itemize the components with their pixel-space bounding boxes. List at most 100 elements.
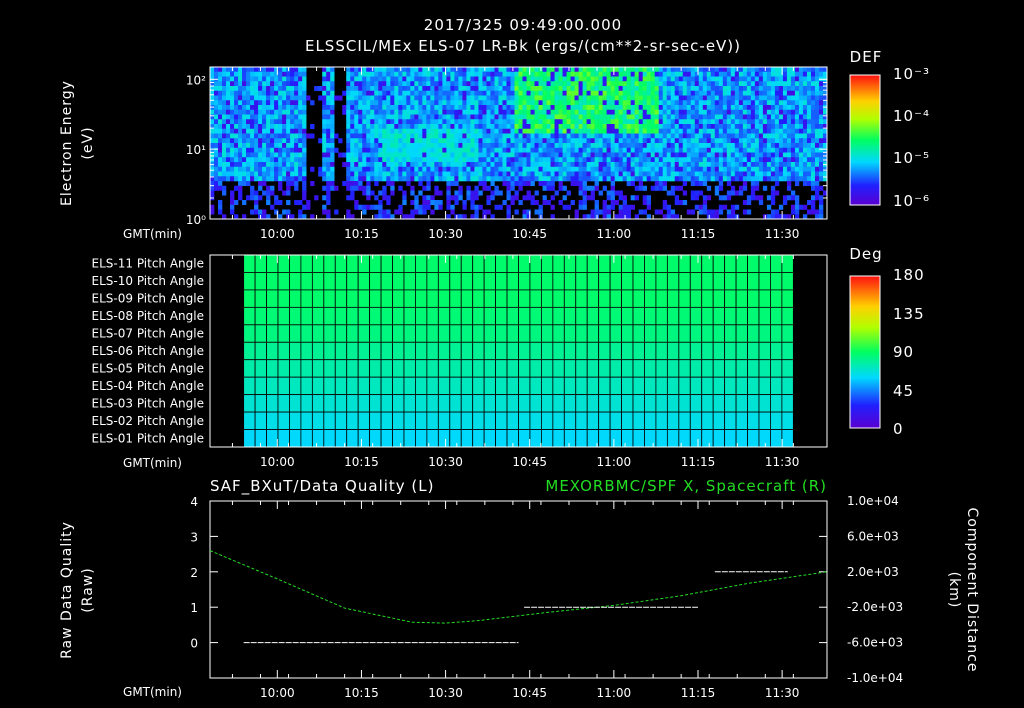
spectrogram-cell xyxy=(682,166,688,172)
spectrogram-cell xyxy=(470,124,475,130)
spectrogram-cell xyxy=(250,152,255,158)
spectrogram-cell xyxy=(466,114,471,120)
spectrogram-cell xyxy=(626,138,631,144)
pitch-angle-cell xyxy=(357,324,371,343)
spectrogram-cell xyxy=(786,81,792,87)
spectrogram-cell xyxy=(346,100,351,106)
spectrogram-cell xyxy=(578,76,583,82)
spectrogram-cell xyxy=(798,67,804,73)
spectrogram-cell xyxy=(618,76,623,82)
spectrogram-cell xyxy=(754,157,760,163)
pitch-angle-cell xyxy=(529,411,542,430)
spectrogram-cell xyxy=(330,76,335,82)
spectrogram-cell xyxy=(490,114,495,120)
spectrogram-cell xyxy=(242,171,247,177)
spectrogram-cell xyxy=(378,152,383,158)
pitch-angle-cell xyxy=(529,376,542,396)
pitch-angle-cell xyxy=(346,324,359,343)
spectrogram-cell xyxy=(414,81,419,87)
spectrogram-cell xyxy=(578,133,583,139)
spectrogram-cell xyxy=(794,114,800,120)
spectrogram-cell xyxy=(698,204,704,210)
pitch-angle-cell xyxy=(289,324,302,343)
spectrogram-cell xyxy=(802,157,808,163)
spectrogram-cell xyxy=(650,100,656,106)
spectrogram-cell xyxy=(518,90,523,96)
spectrogram-cell xyxy=(574,114,579,120)
spectrogram-cell xyxy=(646,81,652,87)
spectrogram-cell xyxy=(790,152,796,158)
spectrogram-cell xyxy=(630,152,635,158)
spectrogram-cell xyxy=(522,86,527,92)
spectrogram-cell xyxy=(698,133,704,139)
spectrogram-cell xyxy=(454,100,459,106)
spectrogram-cell xyxy=(738,166,744,172)
spectrogram-cell xyxy=(222,133,227,139)
pitch-angle-cell xyxy=(346,429,359,448)
spectrogram-cell xyxy=(394,109,399,115)
pitch-angle-cell xyxy=(289,394,302,413)
def-tick-4: 10⁻⁶ xyxy=(893,192,930,210)
spectrogram-cell xyxy=(818,162,824,168)
spectrogram-cell xyxy=(682,124,688,130)
spectrogram-cell xyxy=(562,86,567,92)
spectrogram-cell xyxy=(278,100,283,106)
spectrogram-cell xyxy=(602,166,607,172)
spectrogram-cell xyxy=(430,171,435,177)
spectrogram-cell xyxy=(742,119,748,125)
spectrogram-cell xyxy=(386,209,391,215)
pitch-angle-cell xyxy=(586,359,600,378)
spectrogram-cell xyxy=(538,181,543,187)
spectrogram-cell xyxy=(586,86,591,92)
spectrogram-cell xyxy=(326,171,331,177)
pitch-angle-cell xyxy=(415,411,428,430)
spectrogram-cell xyxy=(726,195,732,201)
spectrogram-cell xyxy=(282,143,287,149)
spectrogram-cell xyxy=(630,119,635,125)
spectrogram-cell xyxy=(670,76,676,82)
spectrogram-cell xyxy=(654,152,660,158)
spectrogram-cell xyxy=(554,143,559,149)
spectrogram-cell xyxy=(654,147,660,153)
spectrogram-cell xyxy=(726,114,732,120)
spectrogram-cell xyxy=(770,133,776,139)
spectrogram-cell xyxy=(270,67,275,73)
pitch-angle-cell xyxy=(266,324,279,343)
spectrogram-cell xyxy=(818,200,824,206)
spectrogram-cell xyxy=(326,209,331,215)
pitch-angle-cell xyxy=(655,254,668,273)
spectrogram-cell xyxy=(570,95,575,101)
spectrogram-cell xyxy=(666,81,672,87)
pitch-angle-cell xyxy=(701,394,714,413)
spectrogram-cell xyxy=(674,114,680,120)
spectrogram-cell xyxy=(418,71,423,77)
spectrogram-cell xyxy=(326,181,331,187)
spectrogram-cell xyxy=(606,162,611,168)
spectrogram-cell xyxy=(326,124,331,130)
spectrogram-cell xyxy=(758,90,764,96)
spectrogram-cell xyxy=(350,119,355,125)
spectrogram-cell xyxy=(474,90,479,96)
spectrogram-cell xyxy=(466,171,471,177)
spectrogram-cell xyxy=(274,162,279,168)
spectrogram-cell xyxy=(442,95,447,101)
spectrogram-cell xyxy=(526,124,531,130)
spectrogram-cell xyxy=(654,86,660,92)
spectrogram-cell xyxy=(666,176,672,182)
spectrogram-cell xyxy=(814,76,820,82)
spectrogram-cell xyxy=(550,76,555,82)
spectrogram-cell xyxy=(618,71,623,77)
spectrogram-cell xyxy=(526,152,531,158)
spectrogram-cell xyxy=(586,185,591,191)
spectrogram-cell xyxy=(678,71,684,77)
spectrogram-cell xyxy=(638,209,643,215)
spectrogram-cell xyxy=(250,128,255,134)
spectrogram-cell xyxy=(558,100,563,106)
pitch-angle-cell xyxy=(689,359,703,378)
spectrogram-cell xyxy=(630,67,635,73)
spectrogram-cell xyxy=(538,138,543,144)
spectrogram-cell xyxy=(546,176,551,182)
spectrogram-cell xyxy=(682,128,688,134)
spectrogram-cell xyxy=(758,81,764,87)
spectrogram-cell xyxy=(498,133,503,139)
